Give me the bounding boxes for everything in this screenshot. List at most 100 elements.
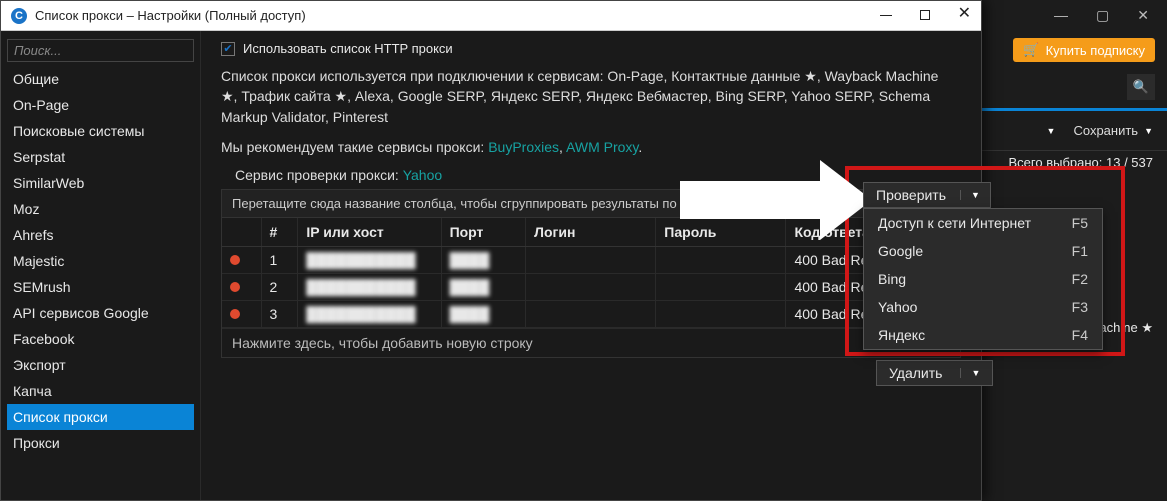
sidebar-item[interactable]: Facebook (7, 326, 194, 352)
parent-active-tab-strip (980, 108, 1167, 111)
use-http-proxy-checkbox[interactable]: ✔ (221, 42, 235, 56)
verify-dropdown-button[interactable]: Проверить ▼ (863, 182, 991, 208)
delete-label: Удалить (889, 365, 942, 381)
rec-dot: . (638, 139, 642, 155)
verify-menu-shortcut: F2 (1072, 271, 1088, 287)
verify-menu-label: Яндекс (878, 327, 925, 343)
recommended-services: Мы рекомендуем такие сервисы прокси: Buy… (221, 139, 961, 155)
verify-menu-shortcut: F1 (1072, 243, 1088, 259)
parent-save-dropdown[interactable]: Сохранить ▼ (1073, 123, 1153, 138)
cell-number: 2 (261, 273, 298, 300)
sidebar-item[interactable]: Экспорт (7, 352, 194, 378)
window-minimize[interactable] (880, 7, 892, 24)
parent-close[interactable]: ✕ (1137, 7, 1149, 24)
settings-title: Список прокси – Настройки (Полный доступ… (35, 8, 306, 23)
delete-dropdown-button[interactable]: Удалить ▼ (876, 360, 993, 386)
verify-menu-shortcut: F5 (1072, 215, 1088, 231)
sidebar-item[interactable]: Поисковые системы (7, 118, 194, 144)
verify-menu-label: Доступ к сети Интернет (878, 215, 1031, 231)
window-close[interactable]: ✕ (958, 7, 971, 24)
chevron-down-icon: ▼ (1144, 126, 1153, 136)
parent-titlebar: — ▢ ✕ (980, 0, 1167, 30)
cell-port: ████ (441, 300, 526, 327)
table-row[interactable]: 3███████████████400 Bad Request (222, 300, 960, 327)
status-dot (222, 273, 261, 300)
cell-login (526, 246, 656, 273)
cell-number: 3 (261, 300, 298, 327)
table-row[interactable]: 1███████████████400 Bad Request (222, 246, 960, 273)
proxy-check-service-label: Сервис проверки прокси: (235, 167, 403, 183)
settings-sidebar: Поиск... ОбщиеOn-PageПоисковые системыSe… (1, 31, 201, 500)
sidebar-item[interactable]: Moz (7, 196, 194, 222)
use-http-proxy-label: Использовать список HTTP прокси (243, 41, 453, 56)
sidebar-item[interactable]: Список прокси (7, 404, 194, 430)
app-icon: C (11, 8, 27, 24)
annotation-arrow (680, 160, 872, 240)
sidebar-item[interactable]: Ahrefs (7, 222, 194, 248)
link-buyproxies[interactable]: BuyProxies (488, 139, 559, 155)
verify-menu-item[interactable]: Yahoo F3 (864, 293, 1102, 321)
cell-port: ████ (441, 246, 526, 273)
verify-menu-item[interactable]: Доступ к сети Интернет F5 (864, 209, 1102, 237)
cell-number: 1 (261, 246, 298, 273)
col-ip[interactable]: IP или хост (298, 218, 441, 247)
cell-password (656, 246, 786, 273)
verify-menu-shortcut: F3 (1072, 299, 1088, 315)
chevron-down-icon: ▼ (960, 190, 980, 200)
status-dot (222, 246, 261, 273)
sidebar-item[interactable]: SEMrush (7, 274, 194, 300)
verify-menu-item[interactable]: Bing F2 (864, 265, 1102, 293)
rec-prefix: Мы рекомендуем такие сервисы прокси: (221, 139, 488, 155)
parent-save-label: Сохранить (1073, 123, 1138, 138)
rec-sep: , (559, 139, 566, 155)
col-status[interactable] (222, 218, 261, 247)
sidebar-item[interactable]: On-Page (7, 92, 194, 118)
cell-ip: ███████████ (298, 246, 441, 273)
sidebar-item[interactable]: SimilarWeb (7, 170, 194, 196)
cell-login (526, 273, 656, 300)
window-maximize[interactable] (920, 7, 930, 24)
verify-label: Проверить (876, 187, 946, 203)
parent-search-button[interactable]: 🔍 (1127, 74, 1155, 100)
verify-menu-label: Yahoo (878, 299, 917, 315)
col-login[interactable]: Логин (526, 218, 656, 247)
status-dot (222, 300, 261, 327)
sidebar-search-input[interactable]: Поиск... (7, 39, 194, 62)
cell-login (526, 300, 656, 327)
verify-dropdown-menu: Доступ к сети Интернет F5 Google F1 Bing F2 Ya… (863, 208, 1103, 350)
sidebar-item[interactable]: Majestic (7, 248, 194, 274)
buy-label: Купить подписку (1046, 43, 1145, 58)
chevron-down-icon: ▼ (960, 368, 980, 378)
parent-minimize[interactable]: — (1054, 7, 1068, 23)
sidebar-item[interactable]: Прокси (7, 430, 194, 456)
parent-total-selected: Всего выбрано: 13 / 537 (980, 150, 1167, 180)
link-awmproxy[interactable]: AWM Proxy (566, 139, 638, 155)
add-row-hint[interactable]: Нажмите здесь, чтобы добавить новую стро… (222, 328, 960, 357)
proxy-check-service-value[interactable]: Yahoo (403, 167, 442, 183)
sidebar-item[interactable]: Общие (7, 66, 194, 92)
settings-titlebar: C Список прокси – Настройки (Полный дост… (1, 1, 981, 31)
table-row[interactable]: 2███████████████400 Bad Request (222, 273, 960, 300)
cell-ip: ███████████ (298, 273, 441, 300)
cell-password (656, 273, 786, 300)
verify-menu-shortcut: F4 (1072, 327, 1088, 343)
cell-password (656, 300, 786, 327)
search-icon: 🔍 (1133, 79, 1149, 95)
buy-subscription-button[interactable]: 🛒 Купить подписку (1013, 38, 1155, 62)
col-port[interactable]: Порт (441, 218, 526, 247)
verify-menu-item[interactable]: Яндекс F4 (864, 321, 1102, 349)
parent-maximize[interactable]: ▢ (1096, 7, 1109, 24)
col-number[interactable]: # (261, 218, 298, 247)
settings-window: C Список прокси – Настройки (Полный дост… (0, 0, 982, 501)
chevron-down-icon: ▼ (1047, 126, 1056, 136)
verify-menu-label: Bing (878, 271, 906, 287)
cell-port: ████ (441, 273, 526, 300)
verify-menu-item[interactable]: Google F1 (864, 237, 1102, 265)
verify-menu-label: Google (878, 243, 923, 259)
cell-ip: ███████████ (298, 300, 441, 327)
sidebar-item[interactable]: Капча (7, 378, 194, 404)
cart-icon: 🛒 (1023, 42, 1039, 58)
proxy-usage-description: Список прокси используется при подключен… (221, 66, 951, 127)
sidebar-item[interactable]: API сервисов Google (7, 300, 194, 326)
sidebar-item[interactable]: Serpstat (7, 144, 194, 170)
